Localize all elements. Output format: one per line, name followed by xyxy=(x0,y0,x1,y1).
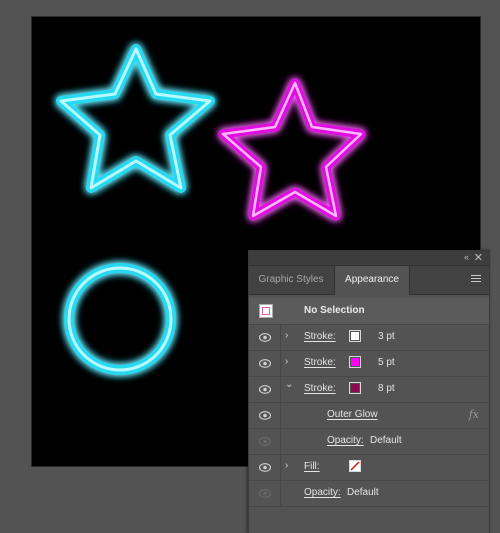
stroke-color-swatch[interactable] xyxy=(349,382,361,394)
stroke-weight[interactable]: 8 pt xyxy=(378,383,395,394)
stroke-label[interactable]: Stroke: xyxy=(304,383,336,394)
eye-icon[interactable] xyxy=(259,359,271,368)
opacity-label[interactable]: Opacity: xyxy=(304,487,341,498)
stroke-row-8pt[interactable]: ⌄ Stroke: 8 pt xyxy=(249,377,489,403)
eye-icon[interactable] xyxy=(259,385,271,394)
selection-header-row: No Selection xyxy=(249,298,489,325)
selection-thumbnail-icon xyxy=(259,304,273,318)
eye-icon[interactable] xyxy=(259,437,271,446)
close-icon[interactable]: ✕ xyxy=(474,251,483,264)
chevron-right-icon[interactable]: › xyxy=(285,460,288,471)
stroke-row-5pt[interactable]: › Stroke: 5 pt xyxy=(249,351,489,377)
selection-label: No Selection xyxy=(304,305,365,316)
opacity-value: Default xyxy=(347,487,379,498)
opacity-value: Default xyxy=(370,435,402,446)
chevron-right-icon[interactable]: › xyxy=(285,356,288,367)
chevron-right-icon[interactable]: › xyxy=(285,330,288,341)
tab-graphic-styles[interactable]: Graphic Styles xyxy=(249,266,333,294)
eye-icon[interactable] xyxy=(259,333,271,342)
panel-menu-icon[interactable] xyxy=(471,275,481,284)
fill-none-swatch[interactable] xyxy=(349,460,361,472)
stroke-color-swatch[interactable] xyxy=(349,356,361,368)
eye-icon[interactable] xyxy=(259,463,271,472)
tab-appearance[interactable]: Appearance xyxy=(334,266,410,295)
object-opacity-row[interactable]: Opacity: Default xyxy=(249,481,489,507)
opacity-label[interactable]: Opacity: xyxy=(327,435,364,446)
stroke-opacity-row[interactable]: Opacity: Default xyxy=(249,429,489,455)
eye-icon[interactable] xyxy=(259,411,271,420)
collapse-icon[interactable]: « xyxy=(464,252,469,262)
cyan-neon-circle[interactable] xyxy=(64,263,176,375)
fill-label[interactable]: Fill: xyxy=(304,461,320,472)
panel-tabbar: Graphic Styles Appearance xyxy=(249,266,489,295)
fill-row[interactable]: › Fill: xyxy=(249,455,489,481)
chevron-down-icon[interactable]: ⌄ xyxy=(285,379,293,390)
stroke-label[interactable]: Stroke: xyxy=(304,357,336,368)
outer-glow-row[interactable]: Outer Glow fx xyxy=(249,403,489,429)
stroke-row-3pt[interactable]: › Stroke: 3 pt xyxy=(249,325,489,351)
outer-glow-label[interactable]: Outer Glow xyxy=(327,409,378,420)
stroke-weight[interactable]: 3 pt xyxy=(378,331,395,342)
panel-titlebar[interactable]: « ✕ xyxy=(249,251,489,266)
cyan-neon-star[interactable] xyxy=(56,44,215,193)
appearance-panel: « ✕ Graphic Styles Appearance No Selecti… xyxy=(248,250,490,533)
magenta-neon-star[interactable] xyxy=(218,78,366,221)
stroke-label[interactable]: Stroke: xyxy=(304,331,336,342)
eye-icon[interactable] xyxy=(259,489,271,498)
fx-icon: fx xyxy=(468,408,479,421)
stroke-color-swatch[interactable] xyxy=(349,330,361,342)
stroke-weight[interactable]: 5 pt xyxy=(378,357,395,368)
